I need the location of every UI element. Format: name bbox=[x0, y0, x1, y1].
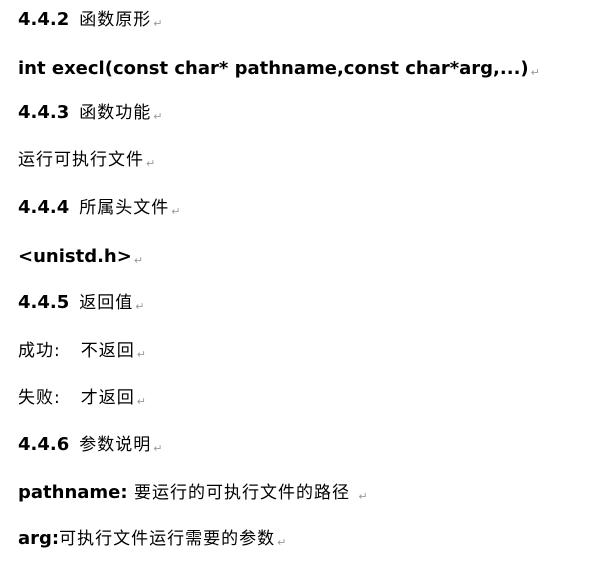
paragraph-mark-icon: ↵ bbox=[133, 254, 144, 267]
prototype-text: int execl(const char* pathname,const cha… bbox=[18, 58, 529, 79]
param-name: arg: bbox=[18, 528, 60, 549]
paragraph-mark-icon: ↵ bbox=[358, 490, 368, 503]
return-text: 不返回 bbox=[80, 341, 135, 361]
return-label: 成功: bbox=[18, 341, 61, 361]
param-desc: 要运行的可执行文件的路径 bbox=[127, 483, 357, 503]
paragraph-mark-icon: ↵ bbox=[277, 536, 287, 549]
return-label: 失败: bbox=[18, 388, 61, 408]
paragraph-mark-icon: ↵ bbox=[135, 300, 145, 313]
paragraph-mark-icon: ↵ bbox=[136, 395, 147, 408]
section-title: 函数功能 bbox=[79, 103, 152, 123]
paragraph-mark-icon: ↵ bbox=[136, 348, 147, 361]
header-file-text: <unistd.h> bbox=[18, 246, 132, 267]
section-number: 4.4.2 bbox=[18, 9, 70, 30]
param-name: pathname: bbox=[18, 482, 128, 503]
section-heading-444: 4.4.4 所属头文件 ↵ bbox=[18, 193, 180, 223]
section-heading-446: 4.4.6 参数说明 ↵ bbox=[18, 430, 162, 460]
section-heading-443: 4.4.3 函数功能 ↵ bbox=[18, 98, 162, 128]
section-title: 所属头文件 bbox=[79, 198, 170, 218]
paragraph-mark-icon: ↵ bbox=[153, 442, 163, 455]
paragraph-mark-icon: ↵ bbox=[146, 157, 157, 170]
description-text: 运行可执行文件 bbox=[18, 150, 144, 170]
section-number: 4.4.3 bbox=[18, 102, 70, 123]
section-number: 4.4.5 bbox=[18, 292, 70, 313]
function-prototype: int execl(const char* pathname,const cha… bbox=[18, 54, 540, 84]
return-text: 才返回 bbox=[80, 388, 135, 408]
param-pathname: pathname: 要运行的可执行文件的路径 ↵ bbox=[18, 478, 368, 508]
section-title: 返回值 bbox=[79, 293, 134, 313]
paragraph-mark-icon: ↵ bbox=[153, 17, 163, 30]
section-number: 4.4.4 bbox=[18, 197, 70, 218]
section-number: 4.4.6 bbox=[18, 434, 70, 455]
paragraph-mark-icon: ↵ bbox=[530, 66, 540, 79]
section-heading-445: 4.4.5 返回值 ↵ bbox=[18, 288, 144, 318]
document-page: 4.4.2 函数原形 ↵ int execl(const char* pathnam… bbox=[0, 0, 610, 571]
param-desc: 可执行文件运行需要的参数 bbox=[59, 529, 276, 549]
paragraph-mark-icon: ↵ bbox=[171, 205, 181, 218]
section-title: 函数原形 bbox=[79, 10, 152, 30]
function-description: 运行可执行文件 ↵ bbox=[18, 145, 156, 175]
section-heading-442: 4.4.2 函数原形 ↵ bbox=[18, 5, 162, 35]
paragraph-mark-icon: ↵ bbox=[153, 110, 163, 123]
return-value-success: 成功: 不返回 ↵ bbox=[18, 336, 147, 366]
return-value-failure: 失败: 才返回 ↵ bbox=[18, 383, 147, 413]
section-title: 参数说明 bbox=[79, 435, 152, 455]
header-file: <unistd.h> ↵ bbox=[18, 242, 143, 272]
param-arg: arg:可执行文件运行需要的参数 ↵ bbox=[18, 524, 286, 554]
